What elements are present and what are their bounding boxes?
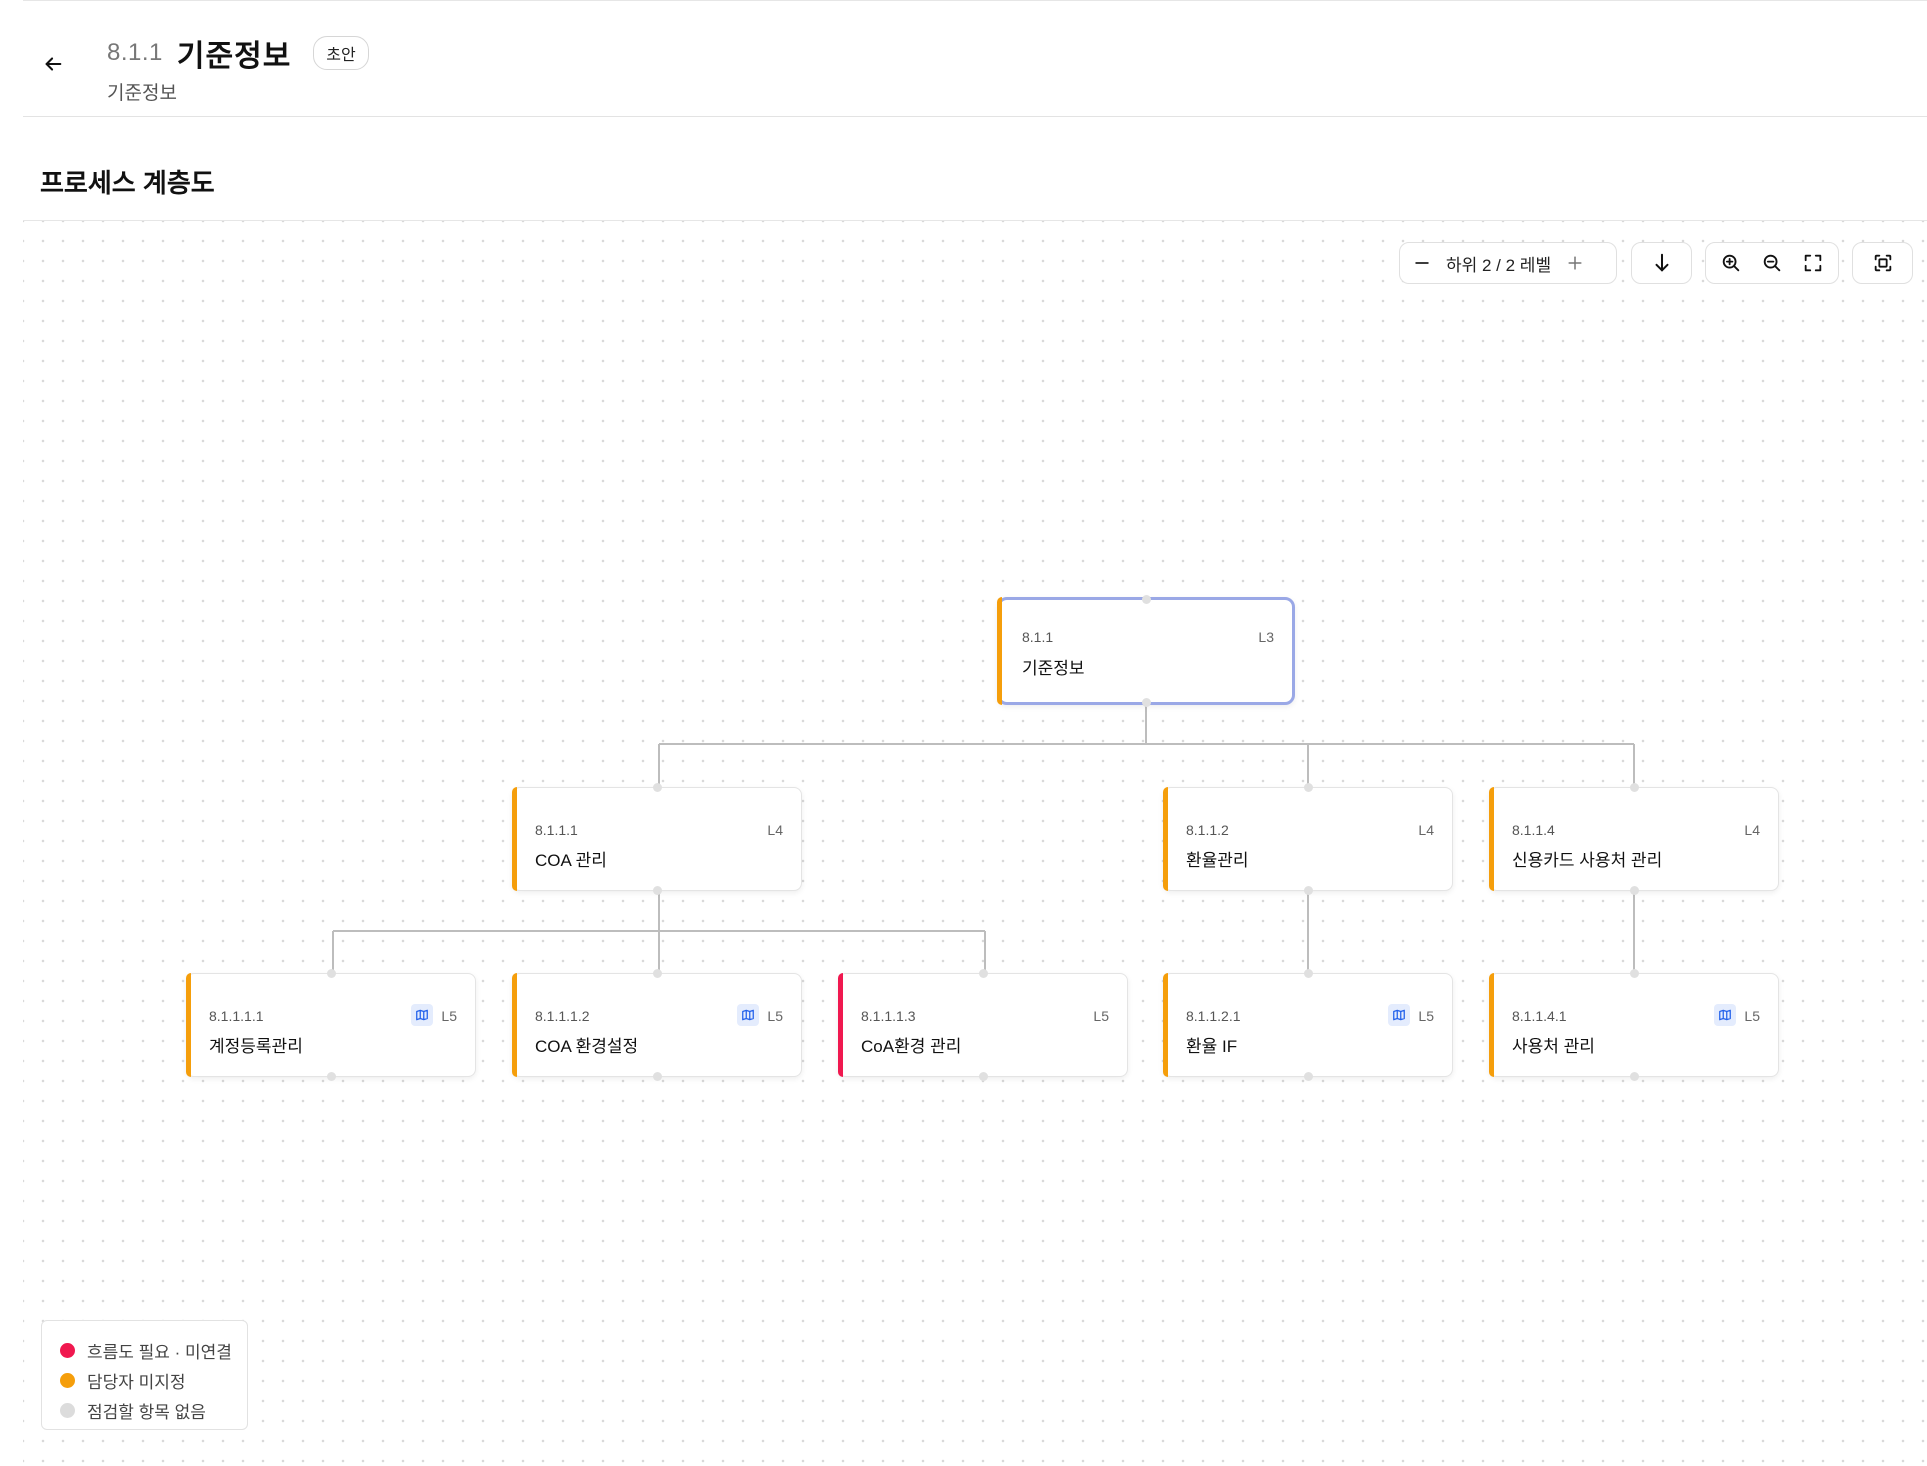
node-level: L5 — [1418, 1008, 1434, 1024]
node-8-1-1-2[interactable]: 8.1.1.2 L4 환율관리 — [1163, 783, 1453, 895]
node-port — [978, 969, 988, 978]
connector-coa-children — [332, 891, 986, 973]
node-name: 환율관리 — [1186, 851, 1249, 870]
node-port — [652, 1072, 662, 1081]
legend-item: 흐름도 필요 · 미연결 — [60, 1335, 247, 1365]
node-code: 8.1.1.4.1 — [1512, 1008, 1567, 1024]
node-level: L4 — [767, 822, 783, 838]
node-code: 8.1.1.1.1 — [209, 1008, 264, 1024]
node-level: L5 — [441, 1008, 457, 1024]
node-name: 신용카드 사용처 관리 — [1512, 851, 1663, 870]
node-code: 8.1.1.2.1 — [1186, 1008, 1241, 1024]
node-port — [1629, 886, 1639, 895]
node-port — [978, 1072, 988, 1081]
legend-label: 흐름도 필요 · 미연결 — [87, 1342, 232, 1362]
node-8-1-1-1-1[interactable]: 8.1.1.1.1 L5 계정등록관리 — [186, 969, 476, 1081]
map-icon[interactable] — [1388, 1004, 1410, 1026]
node-level: L4 — [1418, 822, 1434, 838]
node-8-1-1-4[interactable]: 8.1.1.4 L4 신용카드 사용처 관리 — [1489, 783, 1779, 895]
legend: 흐름도 필요 · 미연결 담당자 미지정 점검할 항목 없음 — [41, 1320, 248, 1430]
legend-label: 담당자 미지정 — [87, 1372, 186, 1392]
node-code: 8.1.1.2 — [1186, 822, 1229, 838]
hierarchy-connectors — [332, 705, 1635, 973]
node-port — [652, 783, 662, 792]
node-8-1-1-1-3[interactable]: 8.1.1.1.3 L5 CoA환경 관리 — [838, 969, 1128, 1081]
node-port — [326, 969, 336, 978]
node-port — [1303, 1072, 1313, 1081]
legend-dot-red — [60, 1342, 75, 1358]
node-port — [1629, 969, 1639, 978]
legend-label: 점검할 항목 없음 — [87, 1402, 206, 1422]
node-code: 8.1.1 — [1022, 629, 1054, 645]
node-name: 환율 IF — [1186, 1037, 1238, 1056]
legend-dot-grey — [60, 1402, 75, 1418]
node-port — [1629, 1072, 1639, 1081]
node-name: CoA환경 관리 — [861, 1037, 962, 1056]
node-code: 8.1.1.1.2 — [535, 1008, 590, 1024]
node-port — [652, 969, 662, 978]
legend-item: 점검할 항목 없음 — [60, 1395, 247, 1425]
node-port — [1141, 698, 1151, 707]
node-port — [1303, 783, 1313, 792]
node-port — [1303, 886, 1313, 895]
node-code: 8.1.1.1.3 — [861, 1008, 916, 1024]
node-8-1-1-1-2[interactable]: 8.1.1.1.2 L5 COA 환경설정 — [512, 969, 802, 1081]
node-level: L5 — [1093, 1008, 1109, 1024]
node-level: L3 — [1258, 629, 1274, 645]
node-port — [1141, 595, 1151, 604]
node-code: 8.1.1.1 — [535, 822, 578, 838]
map-icon[interactable] — [1714, 1004, 1736, 1026]
node-8-1-1-4-1[interactable]: 8.1.1.4.1 L5 사용처 관리 — [1489, 969, 1779, 1081]
node-level: L4 — [1744, 822, 1760, 838]
node-port — [326, 1072, 336, 1081]
map-icon[interactable] — [737, 1004, 759, 1026]
node-level: L5 — [767, 1008, 783, 1024]
node-8-1-1-1[interactable]: 8.1.1.1 L4 COA 관리 — [512, 783, 802, 895]
node-level: L5 — [1744, 1008, 1760, 1024]
connector-root-level4 — [658, 705, 1635, 787]
map-icon[interactable] — [411, 1004, 433, 1026]
node-name: COA 관리 — [535, 851, 607, 870]
node-port — [652, 886, 662, 895]
node-port — [1303, 969, 1313, 978]
legend-dot-amber — [60, 1372, 75, 1388]
node-port — [1629, 783, 1639, 792]
node-name: 계정등록관리 — [209, 1037, 303, 1056]
legend-item: 담당자 미지정 — [60, 1365, 247, 1395]
node-8-1-1-2-1[interactable]: 8.1.1.2.1 L5 환율 IF — [1163, 969, 1453, 1081]
node-name: 기준정보 — [1022, 659, 1085, 678]
node-root[interactable]: 8.1.1 L3 기준정보 — [997, 595, 1295, 707]
node-name: COA 환경설정 — [535, 1037, 639, 1056]
node-name: 사용처 관리 — [1512, 1037, 1595, 1056]
node-code: 8.1.1.4 — [1512, 822, 1555, 838]
